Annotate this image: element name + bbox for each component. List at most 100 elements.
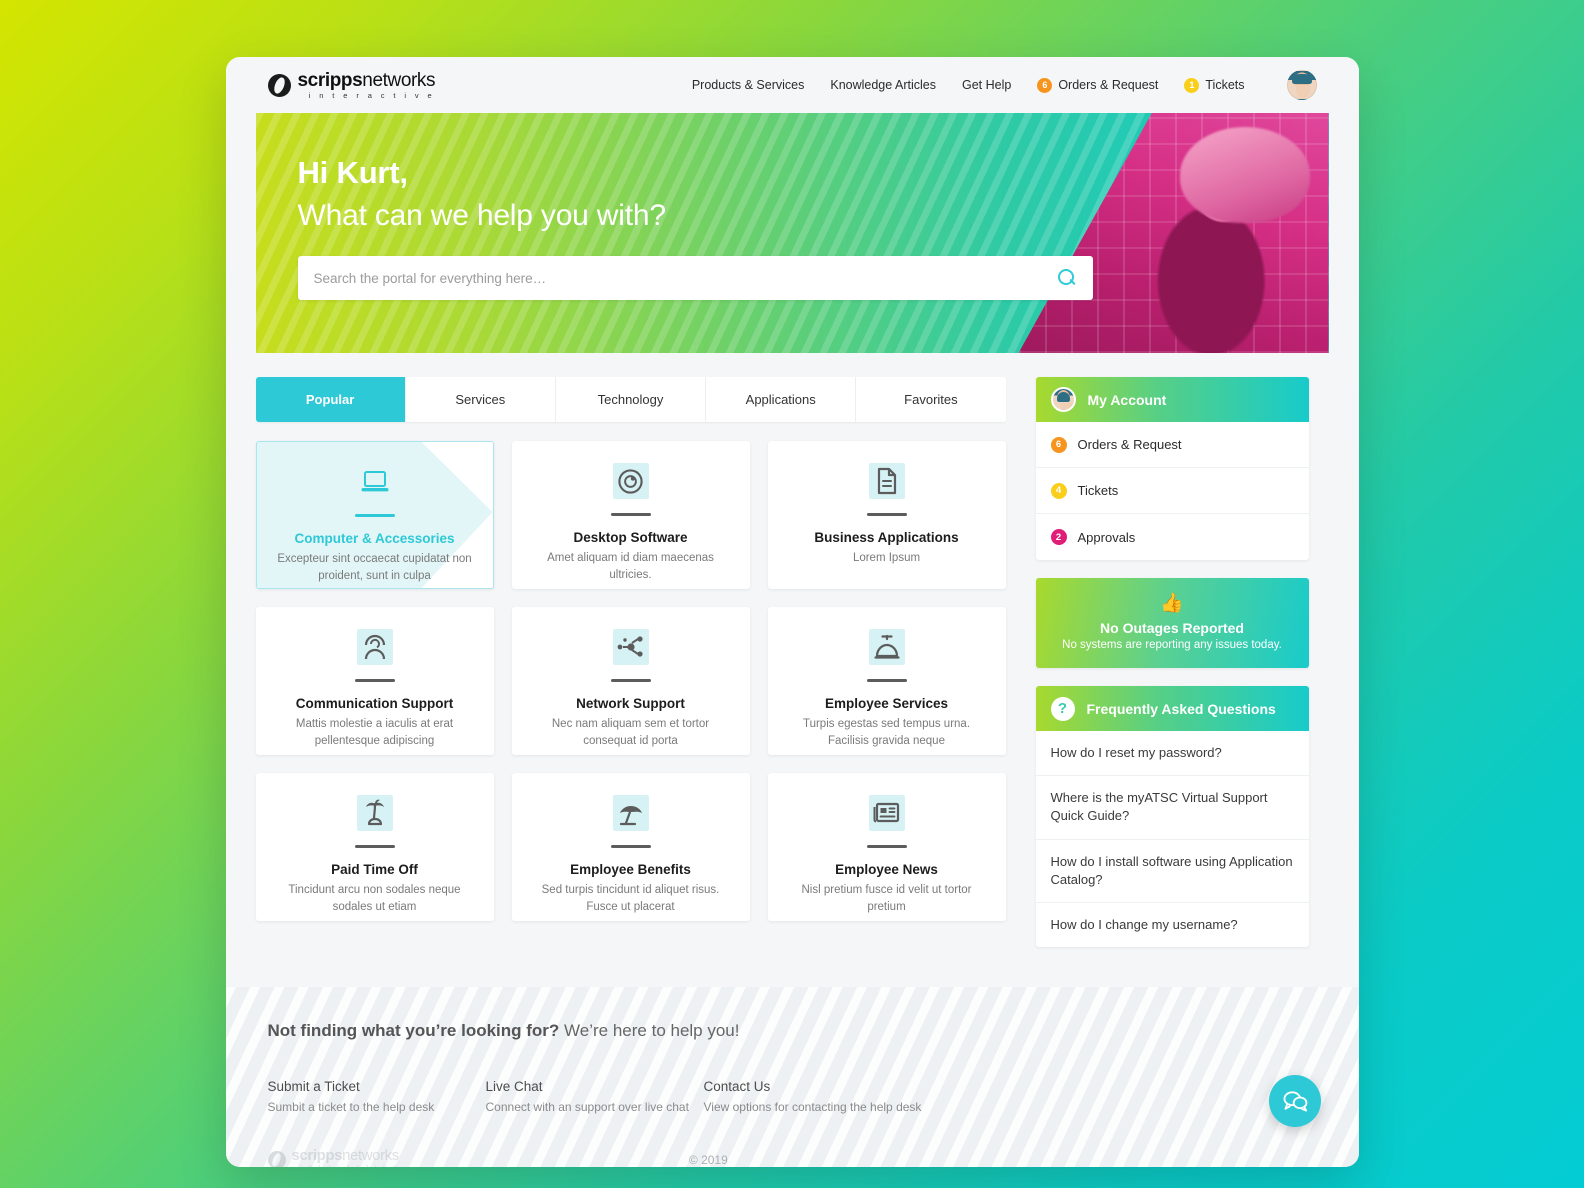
footer-link-desc: View options for contacting the help des… bbox=[703, 1100, 922, 1115]
outage-subtitle: No systems are reporting any issues toda… bbox=[1062, 639, 1282, 651]
portal-window: scrippsnetworks i n t e r a c t i v e Pr… bbox=[225, 57, 1359, 1167]
tab-popular[interactable]: Popular bbox=[255, 377, 406, 422]
brand-name-bold: scripps bbox=[291, 1147, 343, 1165]
card-description: Lorem Ipsum bbox=[852, 552, 921, 564]
approvals-count-badge: 2 bbox=[1050, 529, 1067, 545]
footer-col-submit-ticket: Submit a Ticket Sumbit a ticket to the h… bbox=[268, 1079, 486, 1114]
brand-name-bold: scripps bbox=[297, 69, 363, 91]
orders-count-badge: 6 bbox=[1050, 436, 1067, 453]
headset-icon bbox=[356, 629, 393, 665]
network-icon bbox=[612, 629, 649, 665]
card-network-support[interactable]: Network Support Nec nam aliquam sem et t… bbox=[511, 607, 750, 755]
nav-item-get-help[interactable]: Get Help bbox=[962, 78, 1011, 92]
nav-label: Tickets bbox=[1205, 78, 1245, 92]
card-description: Sed turpis tincidunt id aliquet risus. F… bbox=[541, 884, 720, 913]
scripps-logo-icon bbox=[267, 73, 291, 97]
card-title: Network Support bbox=[576, 696, 685, 711]
tab-applications[interactable]: Applications bbox=[706, 377, 857, 422]
card-employee-benefits[interactable]: Employee Benefits Sed turpis tincidunt i… bbox=[511, 773, 750, 921]
card-description: Tincidunt arcu non sodales neque sodales… bbox=[288, 884, 461, 913]
footer-headline-bold: Not finding what you’re looking for? bbox=[267, 1021, 560, 1041]
card-desktop-software[interactable]: Desktop Software Amet aliquam id diam ma… bbox=[511, 441, 750, 589]
faq-panel: ? Frequently Asked Questions How do I re… bbox=[1035, 686, 1309, 948]
faq-title: Frequently Asked Questions bbox=[1086, 700, 1276, 717]
category-card-grid: Computer & Accessories Excepteur sint oc… bbox=[255, 441, 1006, 921]
card-business-applications[interactable]: Business Applications Lorem Ipsum bbox=[767, 441, 1006, 589]
card-divider bbox=[354, 514, 395, 517]
account-row-label: Orders & Request bbox=[1077, 437, 1182, 452]
footer-link-title[interactable]: Live Chat bbox=[486, 1079, 704, 1094]
tab-technology[interactable]: Technology bbox=[555, 377, 707, 422]
sidebar-column: My Account 6 Orders & Request 4 Tickets … bbox=[1035, 377, 1309, 965]
card-title: Employee Benefits bbox=[570, 862, 691, 877]
card-communication-support[interactable]: Communication Support Mattis molestie a … bbox=[255, 607, 494, 755]
outage-title: No Outages Reported bbox=[1100, 620, 1244, 636]
card-divider bbox=[866, 845, 907, 848]
service-bell-icon bbox=[868, 629, 905, 665]
user-avatar[interactable] bbox=[1286, 70, 1317, 100]
account-row-approvals[interactable]: 2 Approvals bbox=[1036, 514, 1309, 560]
card-title: Computer & Accessories bbox=[294, 531, 455, 546]
card-paid-time-off[interactable]: Paid Time Off Tincidunt arcu non sodales… bbox=[255, 773, 494, 921]
beach-umbrella-icon bbox=[612, 795, 649, 831]
footer-headline-rest: We’re here to help you! bbox=[559, 1021, 740, 1041]
help-footer: Not finding what you’re looking for? We’… bbox=[225, 987, 1359, 1167]
hero-greeting: Hi Kurt, bbox=[297, 155, 409, 190]
faq-item[interactable]: How do I change my username? bbox=[1036, 903, 1309, 947]
account-row-tickets[interactable]: 4 Tickets bbox=[1035, 468, 1309, 514]
portal-search-bar[interactable] bbox=[297, 256, 1093, 300]
my-account-title: My Account bbox=[1087, 391, 1167, 408]
faq-item[interactable]: How do I install software using Applicat… bbox=[1035, 840, 1309, 903]
account-row-orders-request[interactable]: 6 Orders & Request bbox=[1035, 422, 1309, 468]
tab-services[interactable]: Services bbox=[405, 377, 556, 422]
nav-item-tickets[interactable]: 1 Tickets bbox=[1184, 77, 1245, 93]
faq-header: ? Frequently Asked Questions bbox=[1035, 686, 1309, 731]
account-avatar[interactable] bbox=[1050, 387, 1076, 412]
faq-item[interactable]: Where is the myATSC Virtual Support Quic… bbox=[1035, 776, 1309, 840]
top-header: scrippsnetworks i n t e r a c t i v e Pr… bbox=[225, 57, 1359, 113]
footer-link-desc: Connect with an support over live chat bbox=[485, 1100, 689, 1115]
footer-link-title[interactable]: Contact Us bbox=[704, 1079, 922, 1094]
nav-label: Products & Services bbox=[691, 78, 805, 92]
card-computer-accessories[interactable]: Computer & Accessories Excepteur sint oc… bbox=[255, 441, 494, 589]
card-description: Excepteur sint occaecat cupidatat non pr… bbox=[277, 553, 472, 582]
orders-count-badge: 6 bbox=[1037, 77, 1053, 93]
my-account-header: My Account bbox=[1035, 377, 1309, 422]
tab-favorites[interactable]: Favorites bbox=[856, 377, 1006, 422]
hero-question: What can we help you with? bbox=[297, 199, 667, 232]
nav-item-knowledge-articles[interactable]: Knowledge Articles bbox=[830, 78, 936, 92]
my-account-panel: My Account 6 Orders & Request 4 Tickets … bbox=[1035, 377, 1309, 560]
main-content: Popular Services Technology Applications… bbox=[226, 353, 1359, 965]
search-icon[interactable] bbox=[1057, 268, 1077, 288]
card-description: Turpis egestas sed tempus urna. Facilisi… bbox=[802, 718, 971, 747]
catalog-column: Popular Services Technology Applications… bbox=[255, 377, 1006, 965]
category-tabs: Popular Services Technology Applications… bbox=[255, 377, 1006, 422]
tickets-count-badge: 4 bbox=[1050, 482, 1067, 499]
card-title: Employee News bbox=[835, 862, 938, 877]
nav-item-orders-request[interactable]: 6 Orders & Request bbox=[1037, 77, 1159, 93]
brand-logo[interactable]: scrippsnetworks i n t e r a c t i v e bbox=[267, 69, 436, 100]
card-description: Amet aliquam id diam maecenas ultricies. bbox=[547, 552, 714, 581]
outage-status-panel: 👍 No Outages Reported No systems are rep… bbox=[1035, 578, 1309, 668]
footer-link-title[interactable]: Submit a Ticket bbox=[268, 1079, 486, 1094]
card-title: Desktop Software bbox=[573, 530, 688, 545]
thumbs-up-icon: 👍 bbox=[1160, 593, 1184, 614]
tickets-count-badge: 1 bbox=[1184, 77, 1200, 93]
footer-col-live-chat: Live Chat Connect with an support over l… bbox=[486, 1079, 704, 1114]
nav-label: Knowledge Articles bbox=[830, 78, 936, 92]
nav-label: Get Help bbox=[961, 78, 1012, 92]
faq-item[interactable]: How do I reset my password? bbox=[1035, 731, 1309, 777]
card-title: Employee Services bbox=[824, 696, 949, 711]
nav-item-products-services[interactable]: Products & Services bbox=[692, 78, 805, 92]
palm-tree-icon bbox=[356, 795, 393, 831]
footer-bottom: scrippsnetworks i n t e r a c t i v e © … bbox=[267, 1147, 1317, 1167]
card-description: Mattis molestie a iaculis at erat pellen… bbox=[295, 718, 454, 747]
search-input[interactable] bbox=[313, 270, 1057, 286]
laptop-icon bbox=[357, 464, 393, 500]
card-employee-services[interactable]: Employee Services Turpis egestas sed tem… bbox=[767, 607, 1006, 755]
card-title: Paid Time Off bbox=[331, 862, 418, 877]
card-description: Nisl pretium fusce id velit ut tortor pr… bbox=[801, 884, 972, 913]
nav-label: Orders & Request bbox=[1058, 78, 1159, 92]
card-employee-news[interactable]: Employee News Nisl pretium fusce id veli… bbox=[767, 773, 1006, 921]
card-divider bbox=[866, 513, 907, 516]
